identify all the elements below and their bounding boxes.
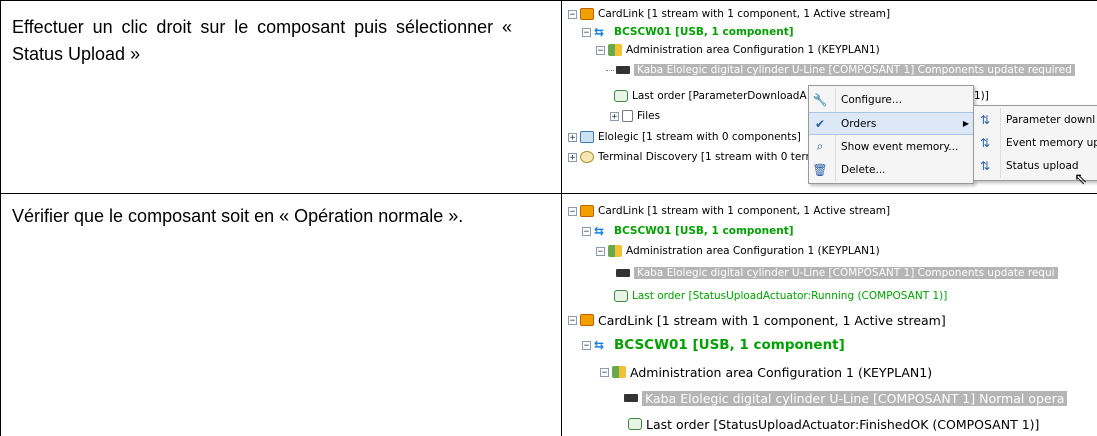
file-icon [622,110,633,122]
tree-node-last-order[interactable]: Last order [ParameterDownloadA [614,88,807,104]
step-1-instruction: Effectuer un clic droit sur le composant… [12,17,512,64]
order-icon [614,90,628,102]
submenu-item-event-memory-upload[interactable]: ⇅ Event memory up [974,131,1097,154]
cylinder-icon [624,394,638,402]
tree-node-reader[interactable]: − ⇆ BCSCW01 [USB, 1 component] [582,223,794,239]
cylinder-icon [616,66,630,74]
menu-item-configure[interactable]: 🔧 Configure... [809,88,973,111]
tree-node-files[interactable]: + Files [610,108,660,124]
collapse-icon[interactable]: − [568,315,577,325]
order-icon [628,418,642,430]
tree-node-cardlink[interactable]: − CardLink [1 stream with 1 component, 1… [568,309,946,331]
expand-icon[interactable]: + [568,152,577,162]
transfer-icon: ⇅ [979,158,991,173]
menu-item-show-event-memory[interactable]: ⌕ Show event memory... [809,135,973,158]
transfer-icon: ⇅ [979,112,991,127]
transfer-icon: ⇅ [979,135,991,150]
cardlink-icon [580,205,594,217]
collapse-icon[interactable]: − [582,27,591,37]
collapse-icon[interactable]: − [596,45,605,55]
context-menu: 🔧 Configure... ✔ Orders ▶ ⌕ Show event m… [808,85,974,184]
expand-icon[interactable]: + [568,132,577,142]
tree-node-reader[interactable]: − ⇆ BCSCW01 [USB, 1 component] [582,24,794,40]
collapse-icon[interactable]: − [582,226,591,236]
admin-area-icon [608,44,622,56]
menu-item-delete[interactable]: 🗑 Delete... [809,158,973,181]
cardlink-icon [580,314,594,326]
tree-node-last-order-running[interactable]: Last order [StatusUploadActuator:Running… [614,288,947,304]
admin-area-icon [608,245,622,257]
collapse-icon[interactable]: − [568,9,577,19]
cardlink-icon [580,8,594,20]
collapse-icon[interactable]: − [568,206,577,216]
collapse-icon[interactable]: − [600,367,609,377]
tree-node-component[interactable]: Kaba Elolegic digital cylinder U-Line [C… [616,265,1058,281]
magnifier-icon: ⌕ [816,139,824,153]
tree-node-terminal-discovery[interactable]: + Terminal Discovery [1 stream with 0 te… [568,149,816,165]
step-2-instruction: Vérifier que le composant soit en « Opér… [12,206,464,226]
order-icon: ✔ [814,116,826,131]
last-order-tail: 1)] [974,90,989,102]
tree-node-reader[interactable]: − ⇆ BCSCW01 [USB, 1 component] [582,334,845,356]
collapse-icon[interactable]: − [582,340,591,350]
usb-icon: ⇆ [594,338,605,352]
tree-node-admin-area[interactable]: − Administration area Configuration 1 (K… [596,42,880,58]
submenu-item-parameter-download[interactable]: ⇅ Parameter downl [974,108,1097,131]
expand-icon[interactable]: + [610,111,619,121]
step-1-screenshot: − CardLink [1 stream with 1 component, 1… [562,1,1097,193]
usb-icon: ⇆ [594,224,605,238]
tree-node-cardlink[interactable]: − CardLink [1 stream with 1 component, 1… [568,6,890,22]
usb-icon: ⇆ [594,25,605,39]
tree-node-admin-area[interactable]: − Administration area Configuration 1 (K… [600,361,932,383]
elolegic-icon [580,131,594,143]
tree-node-component[interactable]: Kaba Elolegic digital cylinder U-Line [C… [624,387,1068,409]
menu-item-orders[interactable]: ✔ Orders ▶ [809,112,973,135]
step-2-screenshot: − CardLink [1 stream with 1 component, 1… [562,194,1097,436]
tree-node-cardlink[interactable]: − CardLink [1 stream with 1 component, 1… [568,203,890,219]
terminal-discovery-icon [580,151,594,163]
tree-connector [606,70,614,71]
table-left-border [0,0,1,436]
submenu-arrow-icon: ▶ [962,119,969,128]
admin-area-icon [612,366,626,378]
order-icon [614,290,628,302]
tree-node-last-order-finished[interactable]: Last order [StatusUploadActuator:Finishe… [628,413,1039,435]
tree-node-elolegic[interactable]: + Elolegic [1 stream with 0 components] [568,129,801,145]
collapse-icon[interactable]: − [596,246,605,256]
mouse-cursor-icon: ⇖ [1074,171,1088,188]
tree-node-admin-area[interactable]: − Administration area Configuration 1 (K… [596,243,880,259]
cylinder-icon [616,269,630,277]
wrench-icon: 🔧 [812,92,828,107]
trash-icon: 🗑 [812,162,828,177]
tree-node-component-selected[interactable]: Kaba Elolegic digital cylinder U-Line [C… [606,62,1075,78]
